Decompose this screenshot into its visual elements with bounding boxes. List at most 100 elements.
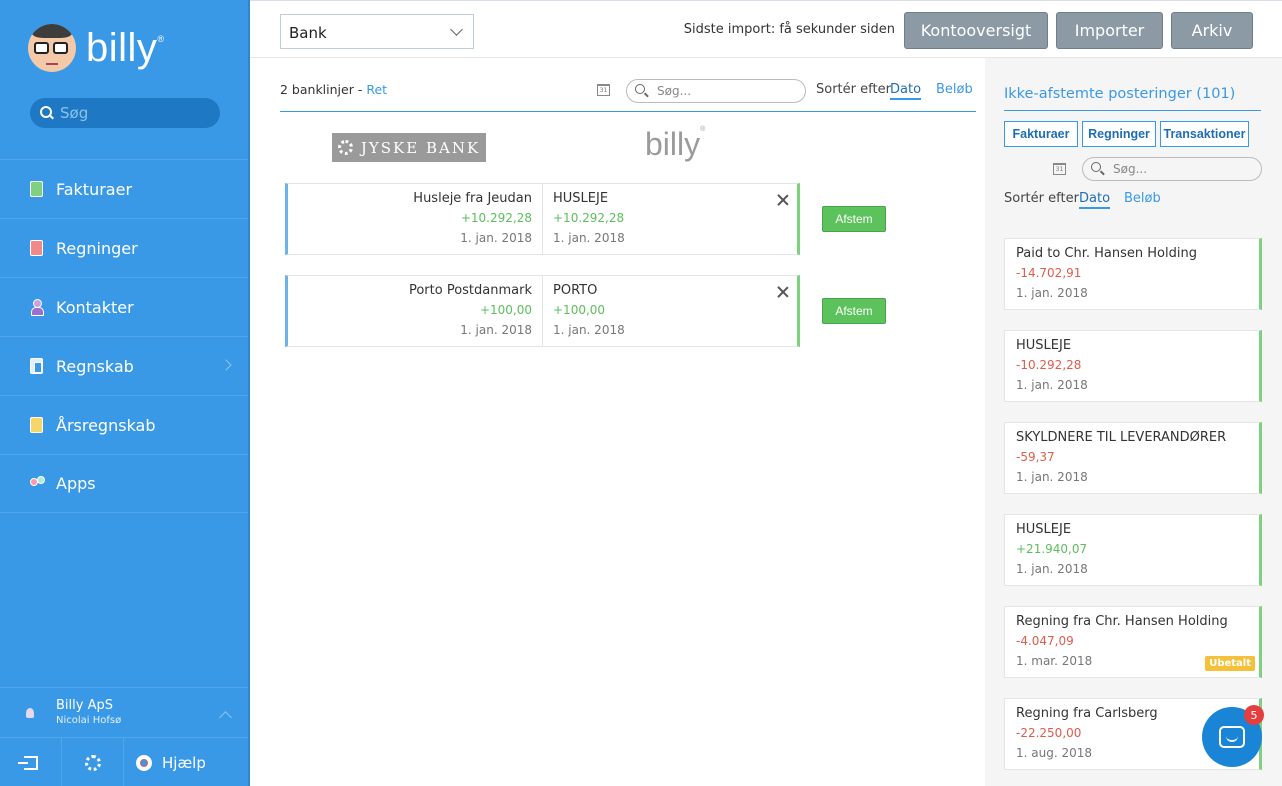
account-overview-button[interactable]: Kontooversigt bbox=[904, 12, 1048, 49]
postings-search-input[interactable] bbox=[1113, 162, 1233, 176]
tab-fakturaer[interactable]: Fakturaer bbox=[1004, 121, 1078, 147]
chat-icon bbox=[1219, 726, 1245, 748]
posting-date: 1. jan. 2018 bbox=[553, 323, 625, 337]
reconcile-button[interactable]: Afstem bbox=[822, 206, 886, 232]
bank-line-date: 1. jan. 2018 bbox=[460, 231, 532, 245]
posting-description: Regning fra Chr. Hansen Holding bbox=[1016, 614, 1228, 629]
bank-lines-header: 2 banklinjer - Ret 31 Sortér efter Dato … bbox=[280, 58, 976, 112]
top-bar: Bank Sidste import: få sekunder siden Ko… bbox=[250, 0, 1282, 58]
edit-link[interactable]: Ret bbox=[366, 82, 387, 97]
chat-unread-count: 5 bbox=[1244, 705, 1264, 725]
posting-card[interactable]: SKYLDNERE TIL LEVERANDØRER -59,37 1. jan… bbox=[1004, 422, 1262, 494]
sidebar-item-regnskab[interactable]: Regnskab bbox=[0, 336, 248, 395]
chat-launcher[interactable]: 5 bbox=[1202, 705, 1264, 767]
sidebar-item-label: Årsregnskab bbox=[56, 415, 156, 435]
bank-line[interactable]: Husleje fra Jeudan +10.292,28 1. jan. 20… bbox=[288, 184, 543, 254]
status-badge: Ubetalt bbox=[1205, 656, 1255, 671]
user-menu[interactable]: Billy ApS Nicolai Hofsø bbox=[0, 687, 248, 737]
posting-amount: +21.940,07 bbox=[1016, 542, 1088, 556]
posting-card[interactable]: Regning fra Chr. Hansen Holding -4.047,0… bbox=[1004, 606, 1262, 678]
accounting-icon bbox=[30, 358, 43, 374]
logout-button[interactable] bbox=[0, 738, 62, 786]
bank-line-description: Husleje fra Jeudan bbox=[413, 191, 532, 206]
posting-description: HUSLEJE bbox=[553, 191, 609, 206]
sort-label: Sortér efter bbox=[816, 82, 891, 97]
posting-description: Paid to Chr. Hansen Holding bbox=[1016, 246, 1197, 261]
main-content: 2 banklinjer - Ret 31 Sortér efter Dato … bbox=[280, 58, 976, 347]
search-icon bbox=[635, 84, 649, 98]
tab-transaktioner[interactable]: Transaktioner bbox=[1160, 121, 1249, 147]
sort-by-amount[interactable]: Beløb bbox=[1124, 191, 1161, 206]
posting-amount: -14.702,91 bbox=[1016, 266, 1082, 280]
account-select[interactable]: Bank bbox=[280, 14, 474, 49]
posting-date: 1. jan. 2018 bbox=[1016, 286, 1088, 300]
settings-button[interactable] bbox=[62, 738, 124, 786]
posting-description: SKYLDNERE TIL LEVERANDØRER bbox=[1016, 430, 1227, 445]
bank-lines-search-input[interactable] bbox=[657, 84, 777, 98]
bank-lines-count: 2 banklinjer - Ret bbox=[280, 82, 388, 97]
sidebar-item-arsregnskab[interactable]: Årsregnskab bbox=[0, 395, 248, 454]
help-button[interactable]: Hjælp bbox=[124, 738, 248, 786]
sort-by-date[interactable]: Dato bbox=[1079, 191, 1111, 209]
posting-amount: -10.292,28 bbox=[1016, 358, 1082, 372]
apps-icon bbox=[30, 475, 45, 492]
archive-button[interactable]: Arkiv bbox=[1171, 12, 1253, 49]
bank-line[interactable]: Porto Postdanmark +100,00 1. jan. 2018 bbox=[288, 276, 543, 346]
close-icon[interactable] bbox=[777, 286, 789, 298]
sidebar-search[interactable] bbox=[30, 98, 220, 128]
calendar-icon[interactable]: 31 bbox=[597, 84, 610, 96]
match-row: Husleje fra Jeudan +10.292,28 1. jan. 20… bbox=[285, 183, 800, 255]
bank-line-amount: +100,00 bbox=[479, 303, 532, 317]
posting-card[interactable]: HUSLEJE +21.940,07 1. jan. 2018 bbox=[1004, 514, 1262, 586]
posting-date: 1. jan. 2018 bbox=[1016, 562, 1088, 576]
close-icon[interactable] bbox=[777, 194, 789, 206]
posting-date: 1. jan. 2018 bbox=[553, 231, 625, 245]
posting-card[interactable]: Paid to Chr. Hansen Holding -14.702,91 1… bbox=[1004, 238, 1262, 310]
posting-date: 1. jan. 2018 bbox=[1016, 378, 1088, 392]
tab-regninger[interactable]: Regninger bbox=[1082, 121, 1156, 147]
sidebar-item-label: Apps bbox=[56, 474, 96, 493]
posting-card[interactable]: HUSLEJE -10.292,28 1. jan. 2018 bbox=[1004, 330, 1262, 402]
avatar bbox=[26, 708, 34, 718]
billy-logo-grey: billy® bbox=[645, 126, 706, 162]
sort-label: Sortér efter bbox=[1004, 191, 1079, 206]
bank-line-date: 1. jan. 2018 bbox=[460, 323, 532, 337]
sidebar-footer: Hjælp bbox=[0, 737, 248, 786]
sidebar-search-input[interactable] bbox=[60, 104, 210, 122]
posting-description: PORTO bbox=[553, 283, 598, 298]
sidebar-item-label: Regninger bbox=[56, 238, 138, 258]
posting-date: 1. jan. 2018 bbox=[1016, 470, 1088, 484]
billy-mascot-icon bbox=[28, 24, 76, 72]
brand-name: billy® bbox=[86, 25, 165, 70]
account-select-value: Bank bbox=[289, 24, 327, 42]
calendar-icon[interactable]: 31 bbox=[1053, 163, 1066, 175]
chevron-down-icon bbox=[450, 23, 463, 36]
sidebar-item-regninger[interactable]: Regninger bbox=[0, 218, 248, 277]
billy-logo[interactable]: billy® bbox=[28, 18, 165, 78]
invoice-icon bbox=[30, 181, 43, 197]
unreconciled-title: Ikke-afstemte posteringer (101) bbox=[1004, 86, 1261, 111]
contacts-icon bbox=[30, 299, 44, 316]
sidebar-item-fakturaer[interactable]: Fakturaer bbox=[0, 159, 248, 218]
posting-amount: -4.047,09 bbox=[1016, 634, 1074, 648]
postings-search[interactable] bbox=[1082, 157, 1262, 181]
bank-lines-search[interactable] bbox=[626, 79, 806, 103]
sort-by-date[interactable]: Dato bbox=[890, 82, 922, 100]
matched-posting[interactable]: PORTO +100,00 1. jan. 2018 bbox=[543, 276, 797, 346]
unreconciled-list: Paid to Chr. Hansen Holding -14.702,91 1… bbox=[1004, 238, 1262, 786]
matched-posting[interactable]: HUSLEJE +10.292,28 1. jan. 2018 bbox=[543, 184, 797, 254]
sidebar-item-apps[interactable]: Apps bbox=[0, 454, 248, 513]
jyske-bank-logo: JYSKE BANK bbox=[332, 133, 486, 162]
reconcile-button[interactable]: Afstem bbox=[822, 298, 886, 324]
posting-type-tabs: Fakturaer Regninger Transaktioner bbox=[1004, 121, 1253, 147]
import-button[interactable]: Importer bbox=[1056, 12, 1163, 49]
posting-amount: +10.292,28 bbox=[553, 211, 625, 225]
sort-by-amount[interactable]: Beløb bbox=[936, 82, 973, 97]
chevron-right-icon bbox=[220, 359, 232, 371]
sidebar-item-kontakter[interactable]: Kontakter bbox=[0, 277, 248, 336]
gear-icon bbox=[84, 754, 101, 771]
logout-icon bbox=[17, 755, 38, 770]
help-label: Hjælp bbox=[162, 753, 206, 772]
unreconciled-panel: Ikke-afstemte posteringer (101) Fakturae… bbox=[985, 58, 1282, 786]
lifebuoy-icon bbox=[136, 754, 152, 771]
